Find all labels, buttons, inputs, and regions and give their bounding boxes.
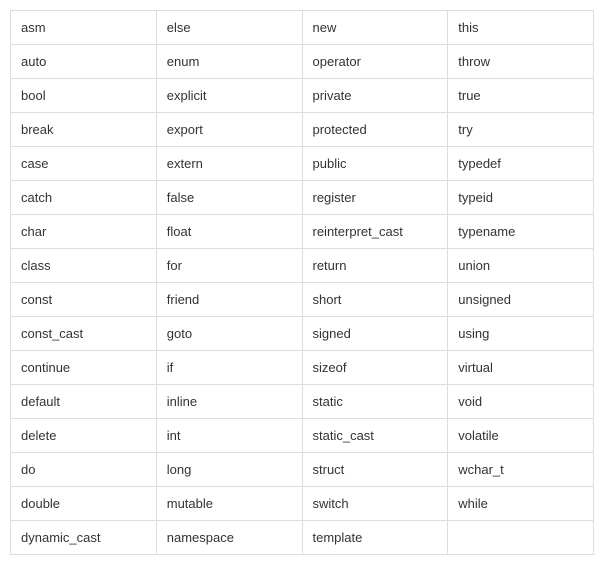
table-row: autoenumoperatorthrow — [11, 45, 594, 79]
table-row: classforreturnunion — [11, 249, 594, 283]
keyword-cell: throw — [448, 45, 594, 79]
keyword-cell: true — [448, 79, 594, 113]
keyword-cell: using — [448, 317, 594, 351]
keyword-cell: explicit — [156, 79, 302, 113]
table-row: defaultinlinestaticvoid — [11, 385, 594, 419]
keyword-cell: dynamic_cast — [11, 521, 157, 555]
keyword-cell: union — [448, 249, 594, 283]
keyword-cell: short — [302, 283, 448, 317]
keyword-cell: void — [448, 385, 594, 419]
keyword-cell: virtual — [448, 351, 594, 385]
keyword-cell: namespace — [156, 521, 302, 555]
keyword-cell: register — [302, 181, 448, 215]
keyword-cell: else — [156, 11, 302, 45]
table-row: asmelsenewthis — [11, 11, 594, 45]
keyword-cell: for — [156, 249, 302, 283]
keyword-cell: auto — [11, 45, 157, 79]
keyword-cell: const — [11, 283, 157, 317]
keyword-cell: typename — [448, 215, 594, 249]
keyword-cell: double — [11, 487, 157, 521]
keyword-cell: class — [11, 249, 157, 283]
keyword-cell: operator — [302, 45, 448, 79]
keyword-cell: unsigned — [448, 283, 594, 317]
keyword-cell: volatile — [448, 419, 594, 453]
keyword-cell: mutable — [156, 487, 302, 521]
keyword-cell: do — [11, 453, 157, 487]
keyword-cell: try — [448, 113, 594, 147]
keyword-cell: inline — [156, 385, 302, 419]
keyword-cell: float — [156, 215, 302, 249]
table-row: constfriendshortunsigned — [11, 283, 594, 317]
keyword-cell: const_cast — [11, 317, 157, 351]
keyword-cell: static_cast — [302, 419, 448, 453]
keyword-cell: if — [156, 351, 302, 385]
keywords-table-body: asmelsenewthisautoenumoperatorthrowboole… — [11, 11, 594, 555]
keyword-cell: new — [302, 11, 448, 45]
table-row: dynamic_castnamespacetemplate — [11, 521, 594, 555]
table-row: caseexternpublictypedef — [11, 147, 594, 181]
table-row: const_castgotosignedusing — [11, 317, 594, 351]
keyword-cell: break — [11, 113, 157, 147]
table-row: doublemutableswitchwhile — [11, 487, 594, 521]
keyword-cell: asm — [11, 11, 157, 45]
keywords-table: asmelsenewthisautoenumoperatorthrowboole… — [10, 10, 594, 555]
keyword-cell: continue — [11, 351, 157, 385]
keyword-cell: typedef — [448, 147, 594, 181]
keyword-cell: enum — [156, 45, 302, 79]
keyword-cell: template — [302, 521, 448, 555]
keyword-cell: reinterpret_cast — [302, 215, 448, 249]
table-row: catchfalseregistertypeid — [11, 181, 594, 215]
keyword-cell: private — [302, 79, 448, 113]
keyword-cell: this — [448, 11, 594, 45]
keyword-cell: extern — [156, 147, 302, 181]
table-row: charfloatreinterpret_casttypename — [11, 215, 594, 249]
keyword-cell — [448, 521, 594, 555]
table-row: continueifsizeofvirtual — [11, 351, 594, 385]
keyword-cell: return — [302, 249, 448, 283]
keyword-cell: while — [448, 487, 594, 521]
keyword-cell: static — [302, 385, 448, 419]
keyword-cell: false — [156, 181, 302, 215]
keyword-cell: int — [156, 419, 302, 453]
keyword-cell: default — [11, 385, 157, 419]
keyword-cell: protected — [302, 113, 448, 147]
keyword-cell: switch — [302, 487, 448, 521]
table-row: boolexplicitprivatetrue — [11, 79, 594, 113]
keyword-cell: typeid — [448, 181, 594, 215]
keyword-cell: struct — [302, 453, 448, 487]
keyword-cell: case — [11, 147, 157, 181]
keyword-cell: export — [156, 113, 302, 147]
table-row: breakexportprotectedtry — [11, 113, 594, 147]
keyword-cell: goto — [156, 317, 302, 351]
table-row: dolongstructwchar_t — [11, 453, 594, 487]
keyword-cell: bool — [11, 79, 157, 113]
keyword-cell: public — [302, 147, 448, 181]
keyword-cell: sizeof — [302, 351, 448, 385]
keyword-cell: catch — [11, 181, 157, 215]
keyword-cell: delete — [11, 419, 157, 453]
keyword-cell: char — [11, 215, 157, 249]
keyword-cell: signed — [302, 317, 448, 351]
keyword-cell: long — [156, 453, 302, 487]
keyword-cell: wchar_t — [448, 453, 594, 487]
keyword-cell: friend — [156, 283, 302, 317]
table-row: deleteintstatic_castvolatile — [11, 419, 594, 453]
